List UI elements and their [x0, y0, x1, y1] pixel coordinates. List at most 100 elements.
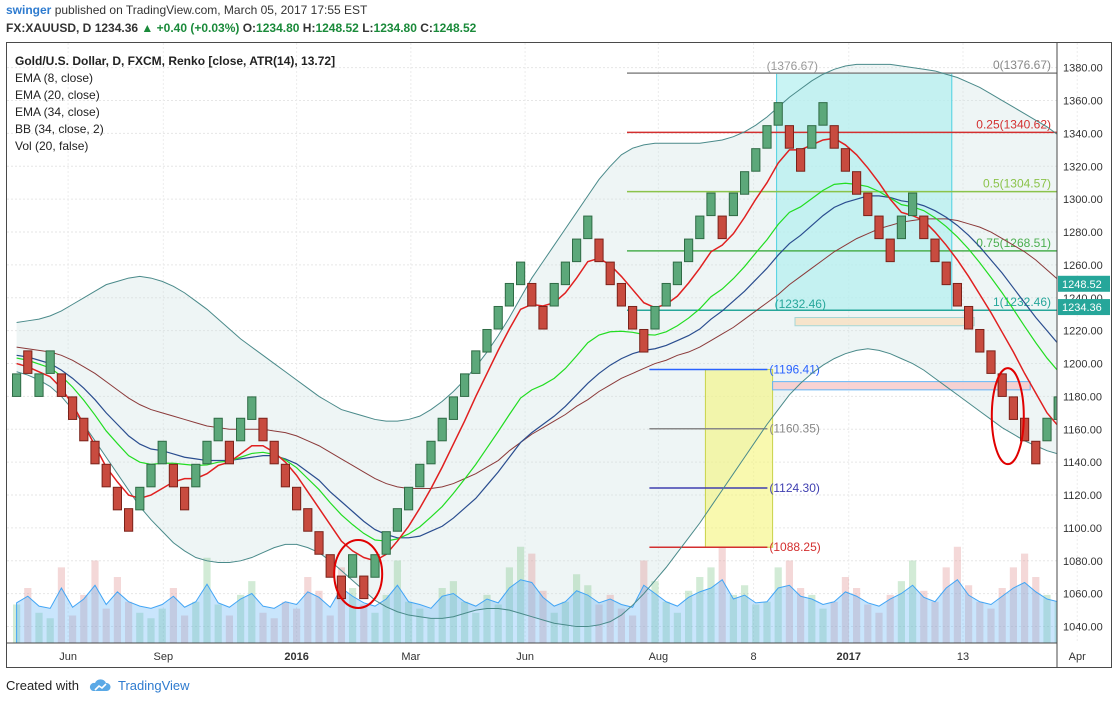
renko-brick — [1042, 417, 1052, 442]
renko-brick — [695, 215, 705, 240]
renko-brick — [146, 463, 156, 488]
price-tick-label: 1320.00 — [1063, 161, 1103, 173]
low-label: L: — [362, 21, 374, 35]
open-label: O: — [242, 21, 257, 35]
renko-brick — [784, 125, 794, 149]
renko-brick — [863, 192, 873, 217]
renko-brick — [840, 148, 850, 172]
renko-brick — [773, 102, 783, 126]
renko-brick — [549, 282, 559, 307]
renko-brick — [796, 148, 806, 172]
renko-brick — [68, 396, 78, 420]
volume-flags: 6 2 2 1 2 7 1 6 3 5 — [1086, 605, 1111, 616]
legend-ema8[interactable]: EMA (8, close) — [15, 70, 335, 87]
price-tick-label: 1340.00 — [1063, 128, 1103, 140]
entry-label: (1232.46) — [775, 297, 826, 311]
renko-brick — [247, 396, 257, 420]
price-tick-label: 1060.00 — [1063, 589, 1103, 601]
price-tick-label: 1360.00 — [1063, 96, 1103, 108]
renko-brick — [448, 396, 458, 420]
renko-brick — [258, 417, 268, 442]
renko-brick — [90, 440, 100, 465]
renko-brick — [415, 463, 425, 488]
renko-brick — [224, 440, 235, 465]
renko-brick — [504, 282, 514, 307]
time-tick-label: 13 — [957, 651, 969, 663]
renko-brick — [594, 238, 604, 263]
projection-level-label: (1124.30) — [769, 481, 819, 495]
symbol-label: FX:XAUUSD, D — [6, 21, 92, 35]
renko-brick — [482, 328, 492, 353]
open-value: 1234.80 — [256, 21, 300, 35]
renko-brick — [516, 261, 526, 286]
renko-brick — [829, 125, 839, 149]
price-tick-label: 1140.00 — [1063, 457, 1102, 469]
renko-brick — [1008, 396, 1018, 420]
renko-brick — [639, 328, 649, 353]
renko-brick — [896, 215, 906, 240]
renko-brick — [79, 417, 89, 442]
price-tick-label: 1180.00 — [1063, 391, 1102, 403]
renko-brick — [303, 508, 313, 532]
renko-brick — [930, 238, 940, 263]
legend-ema20[interactable]: EMA (20, close) — [15, 87, 335, 104]
renko-brick — [807, 125, 817, 149]
price-tick-label: 1200.00 — [1063, 359, 1103, 371]
renko-brick — [292, 486, 302, 511]
renko-brick — [325, 554, 335, 578]
renko-brick — [616, 282, 626, 307]
renko-brick — [112, 486, 123, 511]
time-tick-label: Mar — [401, 651, 420, 663]
change-value: ▲ +0.40 (+0.03%) — [141, 21, 240, 35]
fib-level-label: 0.75(1268.51) — [976, 236, 1051, 250]
legend-bb[interactable]: BB (34, close, 2) — [15, 121, 335, 138]
legend-title[interactable]: Gold/U.S. Dollar, D, FXCM, Renko [close,… — [15, 53, 335, 70]
renko-brick — [269, 440, 279, 465]
time-tick-label: 2016 — [284, 651, 308, 663]
renko-brick — [583, 215, 593, 240]
renko-brick — [124, 508, 134, 532]
renko-brick — [572, 238, 582, 263]
renko-brick — [236, 417, 246, 442]
legend-ema34[interactable]: EMA (34, close) — [15, 104, 335, 121]
price-tick-label: 1300.00 — [1063, 194, 1103, 206]
quote-line: FX:XAUUSD, D 1234.36 ▲ +0.40 (+0.03%) O:… — [6, 21, 476, 35]
renko-brick — [941, 261, 951, 286]
tradingview-cloud-icon — [89, 678, 111, 695]
renko-brick — [740, 171, 750, 195]
renko-brick — [23, 350, 33, 374]
renko-brick — [751, 148, 761, 172]
renko-brick — [191, 463, 201, 488]
renko-brick — [426, 440, 436, 465]
renko-brick — [168, 463, 179, 488]
renko-brick — [986, 350, 996, 374]
renko-brick — [661, 282, 671, 307]
renko-brick — [964, 305, 974, 330]
renko-brick — [280, 463, 290, 488]
price-tick-label: 1100.00 — [1063, 523, 1102, 535]
price-tick-label: 1160.00 — [1063, 424, 1102, 436]
renko-brick — [370, 554, 380, 578]
projection-box — [704, 368, 774, 548]
renko-brick — [728, 192, 738, 217]
close-label: C: — [420, 21, 433, 35]
renko-brick — [381, 531, 391, 555]
publish-line: swinger published on TradingView.com, Ma… — [6, 3, 367, 17]
renko-brick — [650, 305, 660, 330]
renko-brick — [202, 440, 212, 465]
low-value: 1234.80 — [373, 21, 417, 35]
renko-brick — [180, 486, 190, 511]
legend-volume[interactable]: Vol (20, false) — [15, 138, 335, 155]
renko-brick — [314, 531, 324, 555]
price-tick-label: 1120.00 — [1063, 490, 1102, 502]
projection-level-label: (1160.35) — [769, 422, 819, 436]
renko-brick — [213, 417, 223, 442]
renko-brick — [404, 486, 414, 511]
price-tag-label: 1234.36 — [1062, 302, 1102, 314]
renko-brick — [908, 192, 918, 217]
author-name[interactable]: swinger — [6, 3, 51, 17]
time-tick-label: 2017 — [837, 651, 861, 663]
tradingview-link[interactable]: TradingView — [118, 678, 190, 693]
chart-panel[interactable]: Gold/U.S. Dollar, D, FXCM, Renko [close,… — [6, 42, 1112, 668]
renko-brick — [348, 554, 358, 578]
